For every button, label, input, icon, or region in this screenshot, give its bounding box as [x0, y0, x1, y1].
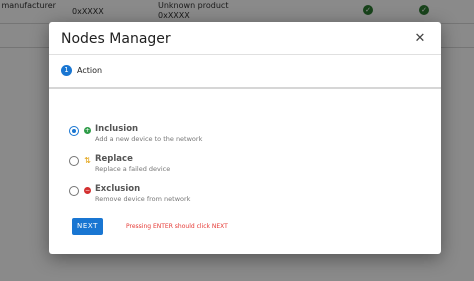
dialog-title: Nodes Manager	[61, 31, 171, 47]
option-description: Add a new device to the network	[95, 135, 203, 143]
option-description: Replace a failed device	[95, 165, 171, 173]
option-title: Inclusion	[95, 124, 139, 134]
stepper-divider	[49, 87, 441, 89]
radio-exclusion[interactable]	[69, 186, 79, 196]
plus-circle-icon: +	[84, 127, 91, 134]
option-title: Replace	[95, 154, 133, 164]
next-button[interactable]: NEXT	[72, 218, 103, 235]
option-replace[interactable]: ⇅ Replace Replace a failed device	[69, 154, 269, 184]
title-divider	[49, 54, 441, 55]
nodes-manager-dialog: Nodes Manager ✕ 1 Action + Inclusion Add…	[49, 22, 441, 254]
radio-replace[interactable]	[69, 156, 79, 166]
stepper: 1 Action	[61, 65, 102, 76]
option-title: Exclusion	[95, 184, 141, 194]
radio-inclusion[interactable]	[69, 126, 79, 136]
action-radio-group: + Inclusion Add a new device to the netw…	[69, 124, 269, 214]
step-number: 1	[61, 65, 72, 76]
step-label: Action	[77, 66, 103, 75]
option-inclusion[interactable]: + Inclusion Add a new device to the netw…	[69, 124, 269, 154]
option-description: Remove device from network	[95, 195, 191, 203]
hint-text: Pressing ENTER should click NEXT	[126, 223, 228, 230]
close-icon[interactable]: ✕	[413, 32, 427, 46]
option-exclusion[interactable]: − Exclusion Remove device from network	[69, 184, 269, 214]
swap-icon: ⇅	[84, 156, 91, 165]
minus-circle-icon: −	[84, 187, 91, 194]
